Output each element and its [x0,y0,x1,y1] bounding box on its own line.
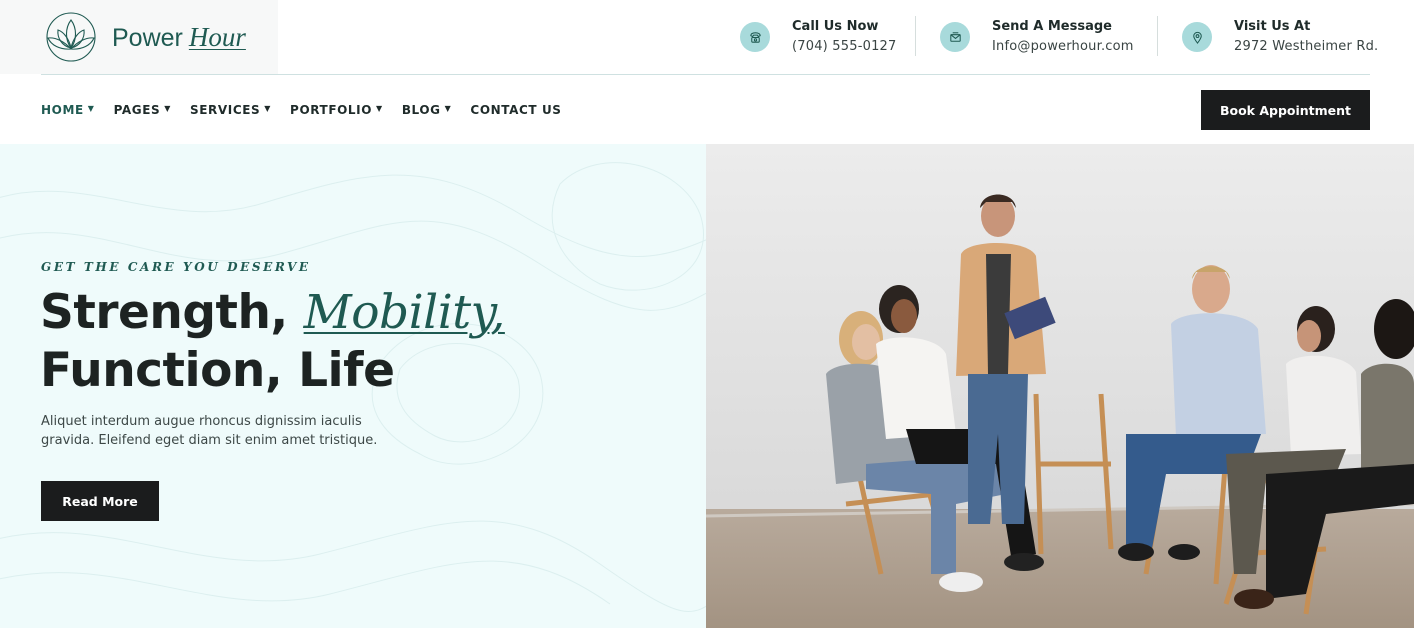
logo-name-italic: Hour [188,22,246,52]
contact-address-value: 2972 Westheimer Rd. [1234,39,1379,54]
group-therapy-photo [706,144,1414,628]
main-nav: HOME ▼ PAGES ▼ SERVICES ▼ PORTFOLIO ▼ BLOG ▼ … [41,102,581,118]
contact-phone-title: Call Us Now [792,19,879,34]
contact-address-title: Visit Us At [1234,19,1311,34]
caret-down-icon: ▼ [87,103,95,113]
nav-item-services[interactable]: SERVICES ▼ [190,103,271,117]
hero-image [706,144,1414,628]
contact-email-value: Info@powerhour.com [992,39,1134,54]
hero-eyebrow: GET THE CARE YOU DESERVE [41,260,311,274]
headline-line2: Function, Life [40,343,395,398]
nav-label: SERVICES [190,103,261,117]
location-pin-icon [1182,22,1212,52]
header-divider [41,74,1370,75]
nav-label: CONTACT US [470,103,562,117]
nav-label: PAGES [113,103,161,117]
contact-phone[interactable]: Call Us Now (704) 555-0127 [740,18,896,58]
divider [1157,16,1158,56]
nav-item-pages[interactable]: PAGES ▼ [114,103,171,117]
nav-item-contact-us[interactable]: CONTACT US [470,103,561,117]
caret-down-icon: ▼ [444,103,452,113]
logo[interactable]: Power Hour [0,0,278,74]
caret-down-icon: ▼ [164,103,171,113]
logo-text: Power Hour [112,22,246,53]
headline-accent: Mobility, [303,285,506,340]
envelope-icon [940,22,970,52]
caret-down-icon: ▼ [376,103,383,113]
caret-down-icon: ▼ [264,103,272,113]
hero-headline: Strength, Mobility, Function, Life [40,284,505,400]
phone-icon [740,22,770,52]
read-more-button[interactable]: Read More [41,481,159,521]
contact-email-title: Send A Message [992,19,1112,34]
headline-part1: Strength, [40,285,304,340]
nav-item-blog[interactable]: BLOG ▼ [402,103,452,117]
divider [915,16,916,56]
hero-content: GET THE CARE YOU DESERVE Strength, Mobil… [0,144,706,628]
logo-name-plain: Power [112,24,183,52]
contact-email[interactable]: Send A Message Info@powerhour.com [940,18,1134,58]
contact-phone-value: (704) 555-0127 [792,39,897,54]
nav-label: PORTFOLIO [290,103,373,117]
lotus-icon [46,12,96,62]
nav-label: HOME [41,103,84,117]
contact-address[interactable]: Visit Us At 2972 Westheimer Rd. [1182,18,1378,58]
nav-item-home[interactable]: HOME ▼ [41,103,95,117]
nav-item-portfolio[interactable]: PORTFOLIO ▼ [290,103,383,117]
hero-description: Aliquet interdum augue rhoncus dignissim… [41,414,378,448]
book-appointment-button[interactable]: Book Appointment [1201,90,1370,130]
nav-label: BLOG [401,103,441,117]
